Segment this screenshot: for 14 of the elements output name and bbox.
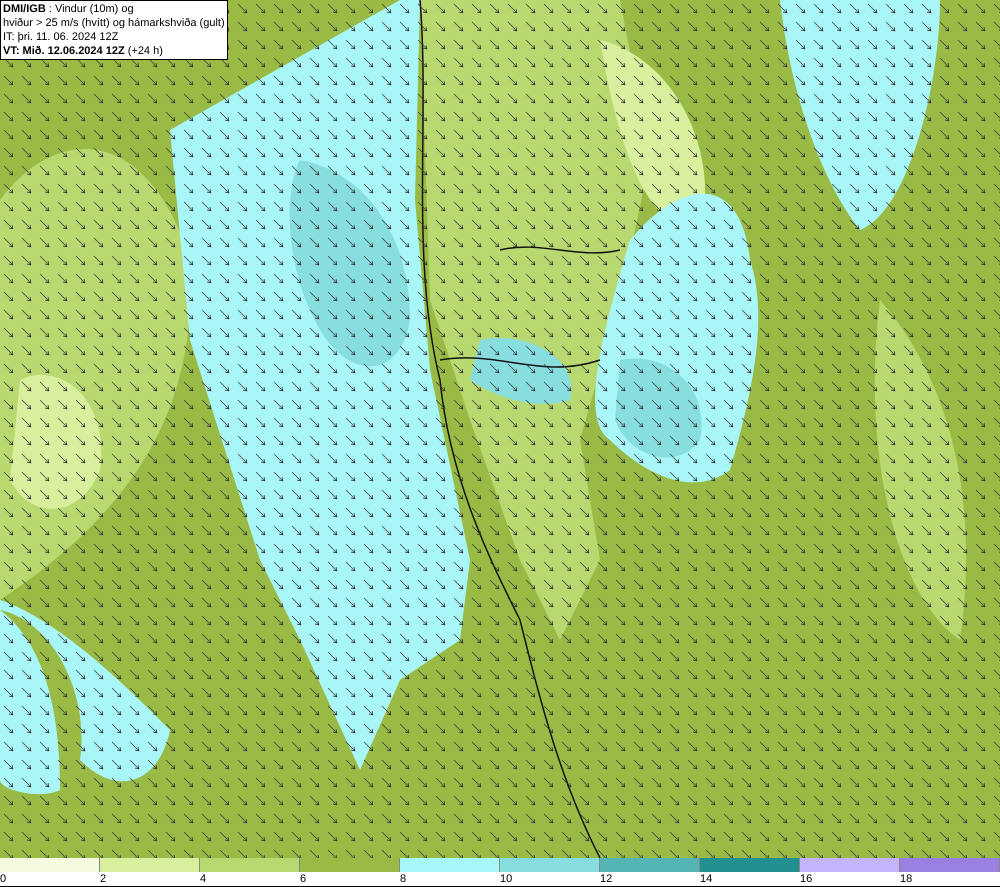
legend-label: 10 [500, 872, 512, 886]
legend-label: 2 [100, 872, 106, 886]
legend-label: 6 [300, 872, 306, 886]
info-line: IT: þri. 11. 06. 2024 12Z [3, 30, 120, 44]
legend-label: 4 [200, 872, 206, 886]
legend-label: 16 [800, 872, 812, 886]
legend-label: 14 [700, 872, 712, 886]
info-line: DMI/IGB : Vindur (10m) og [3, 2, 135, 16]
legend-label: 12 [600, 872, 612, 886]
legend-label: 18 [900, 872, 912, 886]
info-line: hviður > 25 m/s (hvítt) og hámarkshviða (gult) [3, 16, 225, 30]
info-line: VT: Mið. 12.06.2024 12Z (+24 h) [3, 44, 164, 58]
legend-label: 0 [0, 872, 6, 886]
legend-label: 8 [400, 872, 406, 886]
